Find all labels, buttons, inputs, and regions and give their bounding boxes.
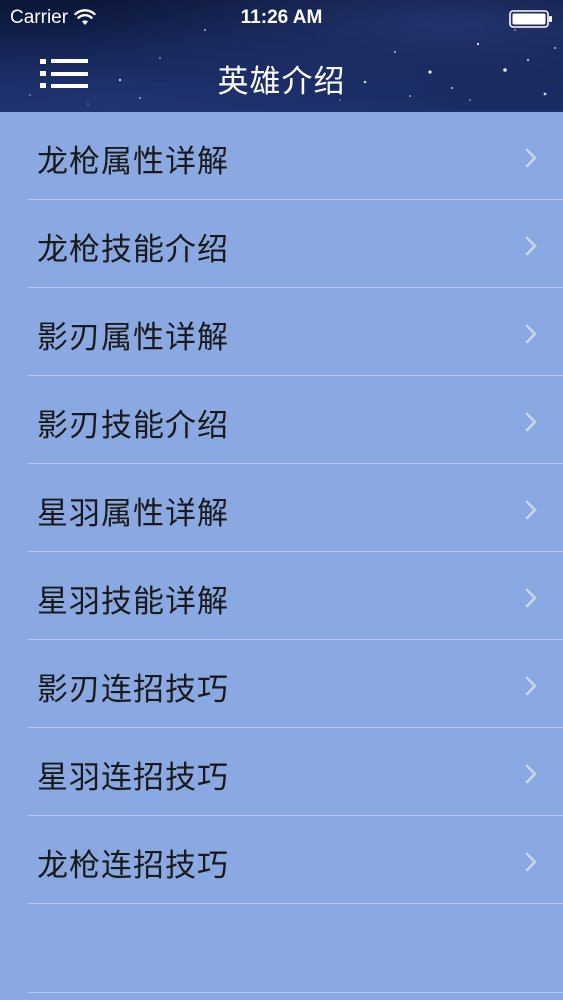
chevron-right-icon <box>525 764 537 784</box>
list-item-label: 影刃技能介绍 <box>37 408 229 444</box>
chevron-right-icon <box>525 236 537 256</box>
list-item[interactable]: 影刃连招技巧 <box>0 640 563 728</box>
battery-icon <box>509 10 552 28</box>
list-item[interactable]: 星羽连招技巧 <box>0 728 563 816</box>
page-title: 英雄介绍 <box>217 64 346 100</box>
chevron-right-icon <box>525 676 537 696</box>
chevron-right-icon <box>525 148 537 168</box>
list-item-label: 龙枪连招技巧 <box>37 848 229 884</box>
list-item[interactable]: 星羽技能详解 <box>0 552 563 640</box>
chevron-right-icon <box>525 852 537 872</box>
hero-menu-list: 龙枪属性详解 龙枪技能介绍 影刃属性详解 影刃技能介绍 星羽属性详解 星羽技能详… <box>0 112 563 904</box>
list-item-label: 龙枪技能介绍 <box>37 232 229 268</box>
chevron-right-icon <box>525 500 537 520</box>
chevron-right-icon <box>525 324 537 344</box>
list-item[interactable]: 龙枪属性详解 <box>0 112 563 200</box>
status-time: 11:26 AM <box>240 7 323 28</box>
list-item[interactable]: 星羽属性详解 <box>0 464 563 552</box>
list-item[interactable]: 龙枪技能介绍 <box>0 200 563 288</box>
row-divider <box>28 992 563 993</box>
list-item-label: 影刃属性详解 <box>37 320 229 356</box>
navigation-bar: 英雄介绍 <box>0 36 563 112</box>
chevron-right-icon <box>525 412 537 432</box>
list-item[interactable]: 影刃技能介绍 <box>0 376 563 464</box>
list-item[interactable]: 龙枪连招技巧 <box>0 816 563 904</box>
list-item-label: 影刃连招技巧 <box>37 672 229 708</box>
header: Carrier 11:26 AM 英雄介绍 <box>0 0 563 112</box>
list-item-label: 星羽技能详解 <box>37 584 229 620</box>
chevron-right-icon <box>525 588 537 608</box>
status-bar: Carrier 11:26 AM <box>0 0 563 36</box>
list-item-label: 星羽连招技巧 <box>37 760 229 796</box>
list-item-label: 星羽属性详解 <box>37 496 229 532</box>
list-item[interactable]: 影刃属性详解 <box>0 288 563 376</box>
list-item-label: 龙枪属性详解 <box>37 144 229 180</box>
row-divider <box>28 903 563 904</box>
